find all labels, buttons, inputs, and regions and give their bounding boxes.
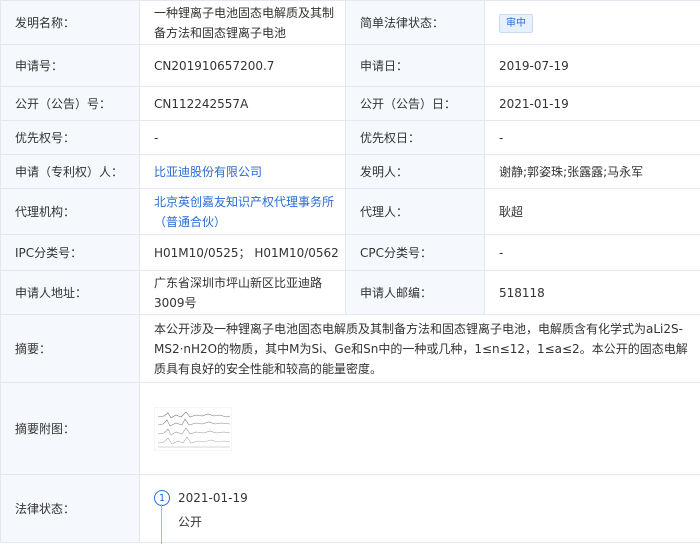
value-inventor: 谢静;郭姿珠;张露露;马永军 — [485, 155, 700, 189]
row-applicant: 申请（专利权）人： 比亚迪股份有限公司 发明人： 谢静;郭姿珠;张露露;马永军 — [1, 155, 700, 189]
label-agent: 代理人： — [346, 189, 485, 235]
value-pub-date: 2021-01-19 — [485, 87, 700, 121]
label-postcode: 申请人邮编： — [346, 271, 485, 315]
row-title: 发明名称： 一种锂离子电池固态电解质及其制备方法和固态锂离子电池 简单法律状态：… — [1, 1, 700, 45]
status-badge: 审中 — [499, 14, 533, 33]
value-abstract: 本公开涉及一种锂离子电池固态电解质及其制备方法和固态锂离子电池，电解质含有化学式… — [140, 315, 700, 383]
label-app-date: 申请日： — [346, 45, 485, 87]
timeline-status: 公开 — [154, 510, 700, 534]
row-legal-status: 法律状态： 1 2021-01-19 公开 — [1, 475, 700, 543]
label-pub-no: 公开（公告）号： — [1, 87, 140, 121]
timeline-step-number: 1 — [154, 490, 170, 506]
value-priority-no: - — [140, 121, 346, 155]
label-legal-status: 简单法律状态： — [346, 1, 485, 45]
abstract-figure-thumbnail[interactable] — [154, 407, 232, 451]
label-abstract-image: 摘要附图： — [1, 383, 140, 475]
row-agency: 代理机构： 北京英创嘉友知识产权代理事务所（普通合伙） 代理人： 耿超 — [1, 189, 700, 235]
timeline-event: 1 2021-01-19 — [154, 486, 700, 510]
row-abstract-image: 摘要附图： — [1, 383, 700, 475]
label-applicant: 申请（专利权）人： — [1, 155, 140, 189]
label-ipc: IPC分类号： — [1, 235, 140, 271]
row-app-no: 申请号： CN201910657200.7 申请日： 2019-07-19 — [1, 45, 700, 87]
value-postcode: 518118 — [485, 271, 700, 315]
value-pub-no: CN112242557A — [140, 87, 346, 121]
value-address: 广东省深圳市坪山新区比亚迪路3009号 — [140, 271, 346, 315]
applicant-link[interactable]: 比亚迪股份有限公司 — [154, 165, 262, 179]
label-pub-date: 公开（公告）日： — [346, 87, 485, 121]
agency-link[interactable]: 北京英创嘉友知识产权代理事务所（普通合伙） — [154, 195, 334, 229]
timeline-date: 2021-01-19 — [178, 488, 248, 508]
label-priority-date: 优先权日： — [346, 121, 485, 155]
row-address: 申请人地址： 广东省深圳市坪山新区比亚迪路3009号 申请人邮编： 518118 — [1, 271, 700, 315]
value-cpc: - — [485, 235, 700, 271]
label-address: 申请人地址： — [1, 271, 140, 315]
label-agency: 代理机构： — [1, 189, 140, 235]
label-abstract: 摘要： — [1, 315, 140, 383]
row-ipc: IPC分类号： H01M10/0525； H01M10/0562 CPC分类号：… — [1, 235, 700, 271]
value-app-date: 2019-07-19 — [485, 45, 700, 87]
row-abstract: 摘要： 本公开涉及一种锂离子电池固态电解质及其制备方法和固态锂离子电池，电解质含… — [1, 315, 700, 383]
label-title: 发明名称： — [1, 1, 140, 45]
timeline-line — [161, 504, 162, 544]
label-app-no: 申请号： — [1, 45, 140, 87]
value-ipc: H01M10/0525； H01M10/0562 — [140, 235, 346, 271]
label-cpc: CPC分类号： — [346, 235, 485, 271]
legal-timeline: 1 2021-01-19 公开 — [154, 484, 700, 534]
label-inventor: 发明人： — [346, 155, 485, 189]
row-pub-no: 公开（公告）号： CN112242557A 公开（公告）日： 2021-01-1… — [1, 87, 700, 121]
value-priority-date: - — [485, 121, 700, 155]
value-title: 一种锂离子电池固态电解质及其制备方法和固态锂离子电池 — [140, 1, 346, 45]
label-legal: 法律状态： — [1, 475, 140, 543]
patent-info-table: 发明名称： 一种锂离子电池固态电解质及其制备方法和固态锂离子电池 简单法律状态：… — [0, 0, 700, 543]
value-app-no: CN201910657200.7 — [140, 45, 346, 87]
row-priority: 优先权号： - 优先权日： - — [1, 121, 700, 155]
value-agent: 耿超 — [485, 189, 700, 235]
label-priority-no: 优先权号： — [1, 121, 140, 155]
